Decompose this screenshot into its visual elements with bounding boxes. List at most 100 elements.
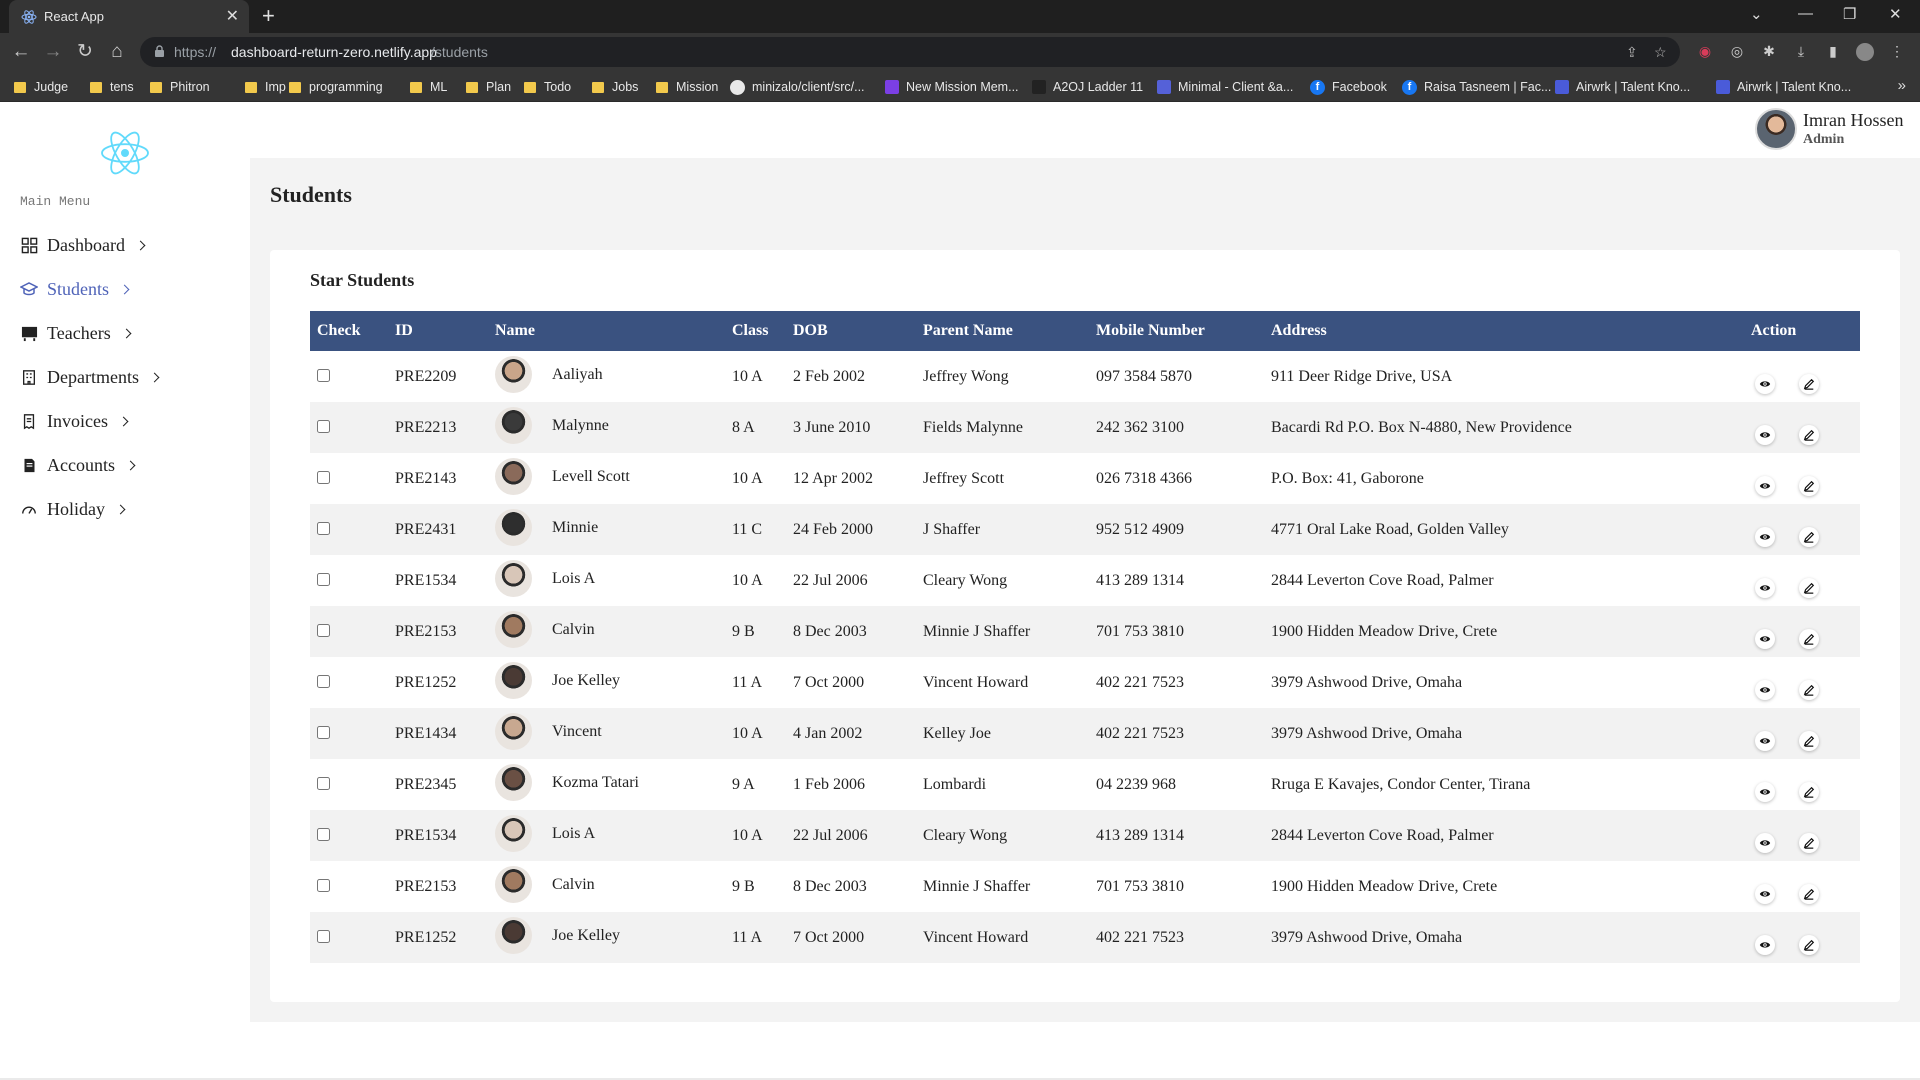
- row-checkbox[interactable]: [317, 827, 330, 841]
- minimize-icon[interactable]: —: [1798, 5, 1813, 22]
- share-icon[interactable]: ⇪: [1626, 44, 1642, 60]
- tab-close-icon[interactable]: ✕: [226, 6, 239, 26]
- downloads-icon[interactable]: ⤓: [1792, 43, 1810, 61]
- sidebar-item-accounts[interactable]: Accounts: [20, 452, 136, 478]
- bookmark-item[interactable]: tens: [90, 77, 134, 97]
- extension-target-icon[interactable]: ◎: [1728, 43, 1746, 61]
- restore-icon[interactable]: ❐: [1843, 5, 1856, 23]
- view-eye-icon[interactable]: [1755, 679, 1775, 700]
- bookmark-item[interactable]: ML: [410, 77, 447, 97]
- student-name[interactable]: Malynne: [552, 417, 609, 435]
- sidebar-item-holiday[interactable]: Holiday: [20, 496, 126, 522]
- sidebar-item-invoices[interactable]: Invoices: [20, 408, 129, 434]
- student-name[interactable]: Joe Kelley: [552, 927, 620, 945]
- row-checkbox[interactable]: [317, 419, 330, 433]
- home-icon[interactable]: ⌂: [106, 41, 128, 63]
- bookmark-item[interactable]: Judge: [14, 77, 68, 97]
- top-bar: [250, 102, 1920, 158]
- address-bar[interactable]: https:// dashboard-return-zero.netlify.a…: [140, 37, 1680, 67]
- edit-pencil-icon[interactable]: [1799, 577, 1819, 598]
- edit-pencil-icon[interactable]: [1799, 628, 1819, 649]
- student-avatar: [495, 713, 532, 750]
- extension-record-icon[interactable]: ◉: [1696, 43, 1714, 61]
- check-cell: [310, 861, 388, 912]
- bookmark-star-icon[interactable]: ☆: [1654, 44, 1670, 60]
- reload-icon[interactable]: ↻: [74, 41, 96, 63]
- edit-pencil-icon[interactable]: [1799, 883, 1819, 904]
- bookmark-item[interactable]: Plan: [466, 77, 511, 97]
- student-name[interactable]: Calvin: [552, 876, 595, 894]
- window-close-icon[interactable]: ✕: [1889, 5, 1902, 23]
- row-checkbox[interactable]: [317, 674, 330, 688]
- user-avatar[interactable]: [1755, 108, 1797, 150]
- profile-avatar-icon[interactable]: [1856, 43, 1874, 61]
- row-checkbox[interactable]: [317, 521, 330, 535]
- edit-pencil-icon[interactable]: [1799, 373, 1819, 394]
- student-name[interactable]: Kozma Tatari: [552, 774, 639, 792]
- bookmark-item[interactable]: Imp: [245, 77, 286, 97]
- extensions-puzzle-icon[interactable]: ✱: [1760, 43, 1778, 61]
- edit-pencil-icon[interactable]: [1799, 679, 1819, 700]
- edit-pencil-icon[interactable]: [1799, 526, 1819, 547]
- bookmark-item[interactable]: programming: [289, 77, 383, 97]
- view-eye-icon[interactable]: [1755, 883, 1775, 904]
- student-name[interactable]: Lois A: [552, 570, 595, 588]
- view-eye-icon[interactable]: [1755, 730, 1775, 751]
- bookmark-item[interactable]: f Raisa Tasneem | Fac...: [1402, 77, 1551, 97]
- new-tab-button[interactable]: +: [262, 3, 275, 29]
- bookmark-item[interactable]: New Mission Mem...: [885, 77, 1019, 97]
- row-checkbox[interactable]: [317, 572, 330, 586]
- bookmark-item[interactable]: Airwrk | Talent Kno...: [1716, 77, 1851, 97]
- sidebar-item-students[interactable]: Students: [20, 276, 130, 302]
- student-name[interactable]: Aaliyah: [552, 366, 603, 384]
- view-eye-icon[interactable]: [1755, 577, 1775, 598]
- sidebar-item-teachers[interactable]: Teachers: [20, 320, 132, 346]
- view-eye-icon[interactable]: [1755, 526, 1775, 547]
- row-checkbox[interactable]: [317, 470, 330, 484]
- bookmark-item[interactable]: f Facebook: [1310, 77, 1387, 97]
- bookmark-item[interactable]: Phitron: [150, 77, 210, 97]
- student-name[interactable]: Calvin: [552, 621, 595, 639]
- view-eye-icon[interactable]: [1755, 373, 1775, 394]
- row-checkbox[interactable]: [317, 368, 330, 382]
- row-checkbox[interactable]: [317, 623, 330, 637]
- view-eye-icon[interactable]: [1755, 832, 1775, 853]
- forward-icon[interactable]: →: [42, 41, 64, 63]
- view-eye-icon[interactable]: [1755, 628, 1775, 649]
- view-eye-icon[interactable]: [1755, 934, 1775, 955]
- sidebar-item-departments[interactable]: Departments: [20, 364, 160, 390]
- edit-pencil-icon[interactable]: [1799, 934, 1819, 955]
- edit-pencil-icon[interactable]: [1799, 475, 1819, 496]
- bookmark-item[interactable]: Mission: [656, 77, 718, 97]
- side-panel-icon[interactable]: ▮: [1824, 43, 1842, 61]
- sidebar-item-dashboard[interactable]: Dashboard: [20, 232, 146, 258]
- bookmark-item[interactable]: Jobs: [592, 77, 638, 97]
- edit-pencil-icon[interactable]: [1799, 832, 1819, 853]
- row-checkbox[interactable]: [317, 878, 330, 892]
- row-checkbox[interactable]: [317, 929, 330, 943]
- back-icon[interactable]: ←: [10, 41, 32, 63]
- tab-search-icon[interactable]: ⌄: [1750, 5, 1763, 23]
- row-checkbox[interactable]: [317, 725, 330, 739]
- row-checkbox[interactable]: [317, 776, 330, 790]
- bookmark-item[interactable]: Airwrk | Talent Kno...: [1555, 77, 1690, 97]
- view-eye-icon[interactable]: [1755, 781, 1775, 802]
- view-eye-icon[interactable]: [1755, 475, 1775, 496]
- student-name[interactable]: Minnie: [552, 519, 598, 537]
- edit-pencil-icon[interactable]: [1799, 424, 1819, 445]
- student-name[interactable]: Levell Scott: [552, 468, 630, 486]
- browser-tab[interactable]: React App ✕: [9, 0, 249, 33]
- menu-kebab-icon[interactable]: ⋮: [1888, 43, 1906, 61]
- bookmark-item[interactable]: Minimal - Client &a...: [1157, 77, 1293, 97]
- view-eye-icon[interactable]: [1755, 424, 1775, 445]
- bookmark-item[interactable]: minizalo/client/src/...: [730, 77, 865, 97]
- bookmarks-more-icon[interactable]: »: [1898, 77, 1906, 94]
- student-name[interactable]: Lois A: [552, 825, 595, 843]
- edit-pencil-icon[interactable]: [1799, 781, 1819, 802]
- student-id: PRE1252: [395, 673, 457, 691]
- bookmark-item[interactable]: A2OJ Ladder 11: [1032, 77, 1143, 97]
- student-name[interactable]: Joe Kelley: [552, 672, 620, 690]
- student-name[interactable]: Vincent: [552, 723, 602, 741]
- bookmark-item[interactable]: Todo: [524, 77, 571, 97]
- edit-pencil-icon[interactable]: [1799, 730, 1819, 751]
